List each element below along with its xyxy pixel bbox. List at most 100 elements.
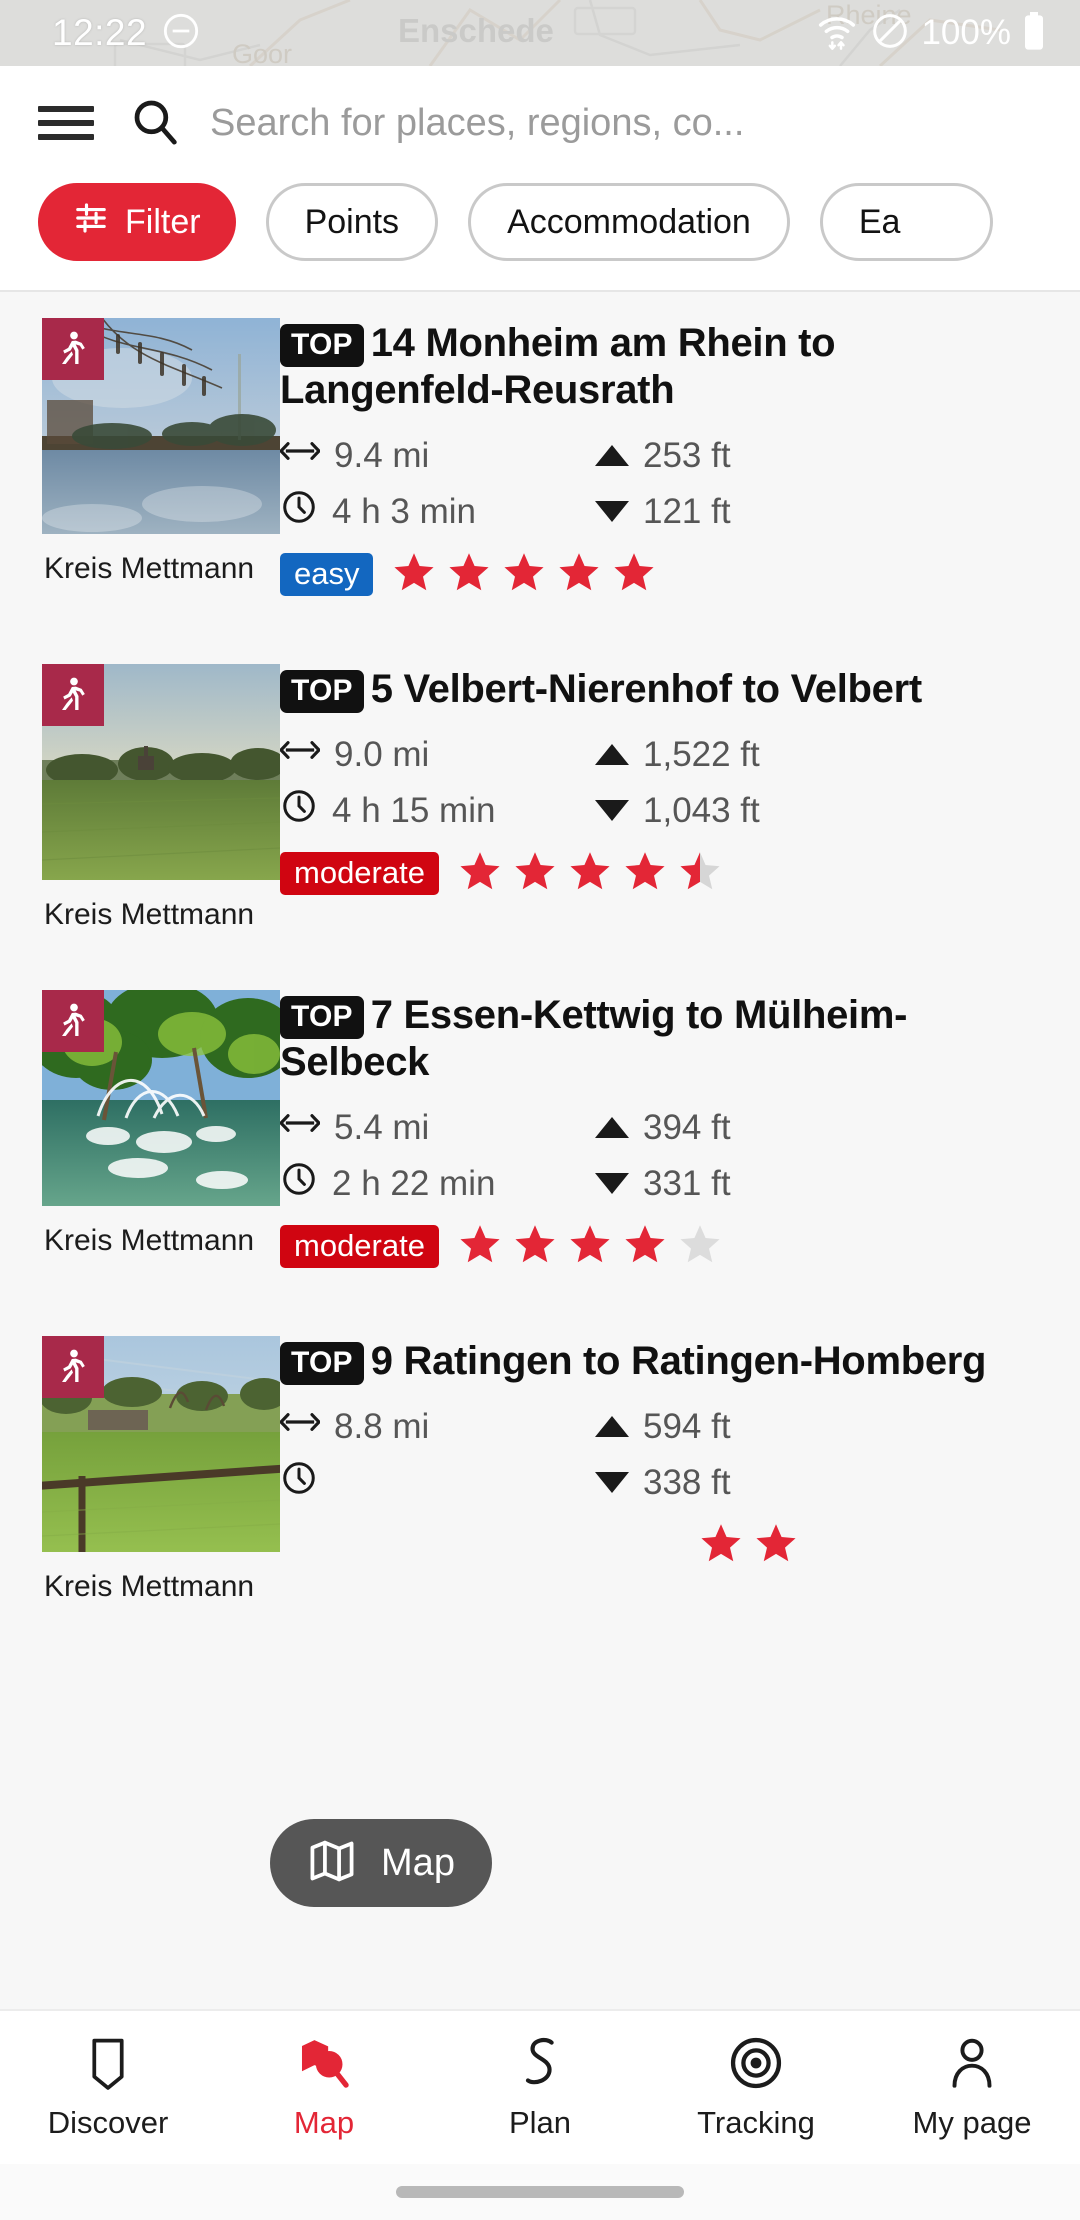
tour-info: TOP 14 Monheim am Rhein to Langenfeld-Reu…: [279, 318, 1080, 606]
status-bar-right-group: 100%: [815, 0, 1046, 66]
tour-rating-row: moderate: [280, 1216, 1046, 1278]
tour-title: TOP 14 Monheim am Rhein to Langenfeld-Reu…: [280, 320, 1046, 414]
tour-stat-row-duration: 4 h 15 min 1,043 ft: [280, 783, 1046, 839]
tour-info: TOP 9 Ratingen to Ratingen-Homberg 8.8 m…: [279, 1336, 1080, 1604]
nav-item-my-page[interactable]: My page: [864, 2035, 1080, 2141]
hiking-icon: [42, 1335, 104, 1398]
tour-rating-row: moderate: [280, 843, 1046, 905]
bottom-navigation-bar[interactable]: Discover Map Plan Tracking My page: [0, 2009, 1080, 2164]
filter-chip-eat[interactable]: Ea: [819, 183, 994, 261]
star-full-icon: [556, 549, 602, 600]
tour-thumbnail-column: Kreis Mettmann: [0, 1335, 280, 1604]
tour-duration: 4 h 15 min: [280, 787, 595, 834]
distance-arrows-icon: [279, 1405, 321, 1448]
battery-full-icon: [1022, 11, 1046, 56]
tour-descent-value: 121 ft: [643, 491, 731, 531]
filter-chip-accommodation[interactable]: Accommodation: [468, 183, 790, 261]
search-header: Search for places, regions, co...: [0, 66, 1080, 180]
clock-icon: [280, 1160, 318, 1207]
tour-ascent: 253 ft: [595, 436, 731, 476]
tour-list-item[interactable]: Kreis Mettmann TOP 5 Velbert-Nierenhof to…: [0, 606, 1080, 932]
clock-icon: [280, 1459, 318, 1506]
nav-label-my-page: My page: [912, 2104, 1032, 2140]
tour-list-item[interactable]: Kreis Mettmann TOP 9 Ratingen to Ratingen…: [0, 1278, 1080, 1604]
tour-info: TOP 7 Essen-Kettwig to Mülheim-Selbeck 5…: [279, 990, 1080, 1278]
tour-thumbnail[interactable]: [42, 663, 280, 880]
filter-chip-row[interactable]: Filter Points Accommodation Ea: [0, 180, 1080, 290]
distance-arrows-icon: [279, 434, 321, 477]
nav-item-plan[interactable]: Plan: [432, 2035, 648, 2141]
tour-stat-row-duration: 4 h 3 min 121 ft: [280, 484, 1046, 540]
tour-thumbnail-column: Kreis Mettmann: [0, 663, 280, 932]
wifi-icon: [815, 11, 859, 56]
star-full-icon: [457, 1221, 503, 1272]
map-toggle-label: Map: [381, 1841, 455, 1884]
tour-stats: 9.0 mi 1,522 ft 4 h 15 min 1,043 ft mode…: [279, 727, 1046, 905]
difficulty-badge: moderate: [280, 852, 439, 896]
tour-title-text: 5 Velbert-Nierenhof to Velbert: [370, 666, 922, 711]
top-badge: TOP: [280, 669, 364, 713]
filter-chip-points[interactable]: Points: [265, 183, 439, 261]
descent-triangle-down-icon: [595, 1173, 629, 1195]
search-placeholder-text: Search for places, regions, co...: [210, 101, 745, 144]
app-root: Enschede Goor Rheine 12:22: [0, 0, 1080, 2220]
tour-ascent: 594 ft: [595, 1407, 731, 1447]
tour-ascent-value: 394 ft: [643, 1107, 731, 1147]
tour-list-item[interactable]: Kreis Mettmann TOP 7 Essen-Kettwig to Mül…: [0, 932, 1080, 1278]
tour-ascent: 394 ft: [595, 1108, 731, 1148]
route-curve-icon: [516, 2035, 564, 2091]
tour-distance: 8.8 mi: [279, 1405, 595, 1448]
tour-ascent: 1,522 ft: [595, 735, 760, 775]
tour-list[interactable]: Kreis Mettmann TOP 14 Monheim am Rhein to…: [0, 290, 1080, 2009]
tour-stat-row-distance: 9.0 mi 1,522 ft: [279, 727, 1046, 783]
tour-descent-value: 331 ft: [643, 1163, 731, 1203]
top-badge: TOP: [280, 1341, 364, 1385]
nav-item-tracking[interactable]: Tracking: [648, 2035, 864, 2141]
star-full-icon: [698, 1520, 744, 1571]
filter-chip-filter-label: Filter: [125, 202, 201, 241]
tour-duration: 4 h 3 min: [280, 488, 595, 535]
tour-star-rating: [457, 848, 723, 899]
nav-item-map[interactable]: Map: [216, 2035, 432, 2141]
distance-arrows-icon: [279, 733, 321, 776]
distance-arrows-icon: [279, 1106, 321, 1149]
tour-ascent-value: 1,522 ft: [643, 734, 760, 774]
search-input[interactable]: Search for places, regions, co...: [128, 88, 1042, 158]
search-icon: [128, 94, 182, 153]
descent-triangle-down-icon: [595, 501, 629, 523]
hiking-icon: [42, 318, 104, 380]
tour-thumbnail[interactable]: [42, 989, 280, 1206]
star-full-icon: [567, 848, 613, 899]
difficulty-badge: easy: [280, 553, 374, 597]
star-full-icon: [611, 549, 657, 600]
tour-distance: 9.4 mi: [279, 434, 595, 477]
tour-stat-row-duration: 338 ft: [280, 1455, 1046, 1511]
map-folded-icon: [307, 1836, 357, 1891]
tour-duration-value: 4 h 15 min: [332, 790, 496, 830]
tour-title: TOP 9 Ratingen to Ratingen-Homberg: [280, 1338, 1046, 1385]
tour-descent: 1,043 ft: [595, 791, 760, 831]
filter-chip-filter[interactable]: Filter: [38, 183, 236, 261]
tour-thumbnail[interactable]: [42, 1335, 280, 1552]
tour-descent: 338 ft: [595, 1463, 731, 1503]
tour-stats: 5.4 mi 394 ft 2 h 22 min 331 ft moderate: [279, 1100, 1046, 1278]
nav-item-discover[interactable]: Discover: [0, 2035, 216, 2141]
tour-stat-row-duration: 2 h 22 min 331 ft: [280, 1156, 1046, 1212]
tour-star-rating: [391, 549, 657, 600]
hamburger-menu-icon[interactable]: [38, 101, 94, 145]
tour-thumbnail[interactable]: [42, 318, 280, 534]
tour-list-item[interactable]: Kreis Mettmann TOP 14 Monheim am Rhein to…: [0, 292, 1080, 606]
hiking-icon: [42, 989, 104, 1052]
tour-descent: 121 ft: [595, 492, 731, 532]
tour-title: TOP 7 Essen-Kettwig to Mülheim-Selbeck: [280, 992, 1046, 1086]
star-full-icon: [753, 1520, 799, 1571]
tour-title: TOP 5 Velbert-Nierenhof to Velbert: [280, 666, 1046, 713]
sliders-icon: [73, 200, 109, 245]
ascent-triangle-up-icon: [595, 1117, 629, 1139]
map-toggle-button[interactable]: Map: [270, 1819, 492, 1907]
gesture-home-bar[interactable]: [396, 2186, 684, 2198]
tour-info: TOP 5 Velbert-Nierenhof to Velbert 9.0 m…: [279, 664, 1080, 932]
tour-distance-value: 9.0 mi: [334, 734, 430, 774]
gesture-navigation-zone: [0, 2164, 1080, 2220]
tour-ascent-value: 594 ft: [643, 1406, 731, 1446]
